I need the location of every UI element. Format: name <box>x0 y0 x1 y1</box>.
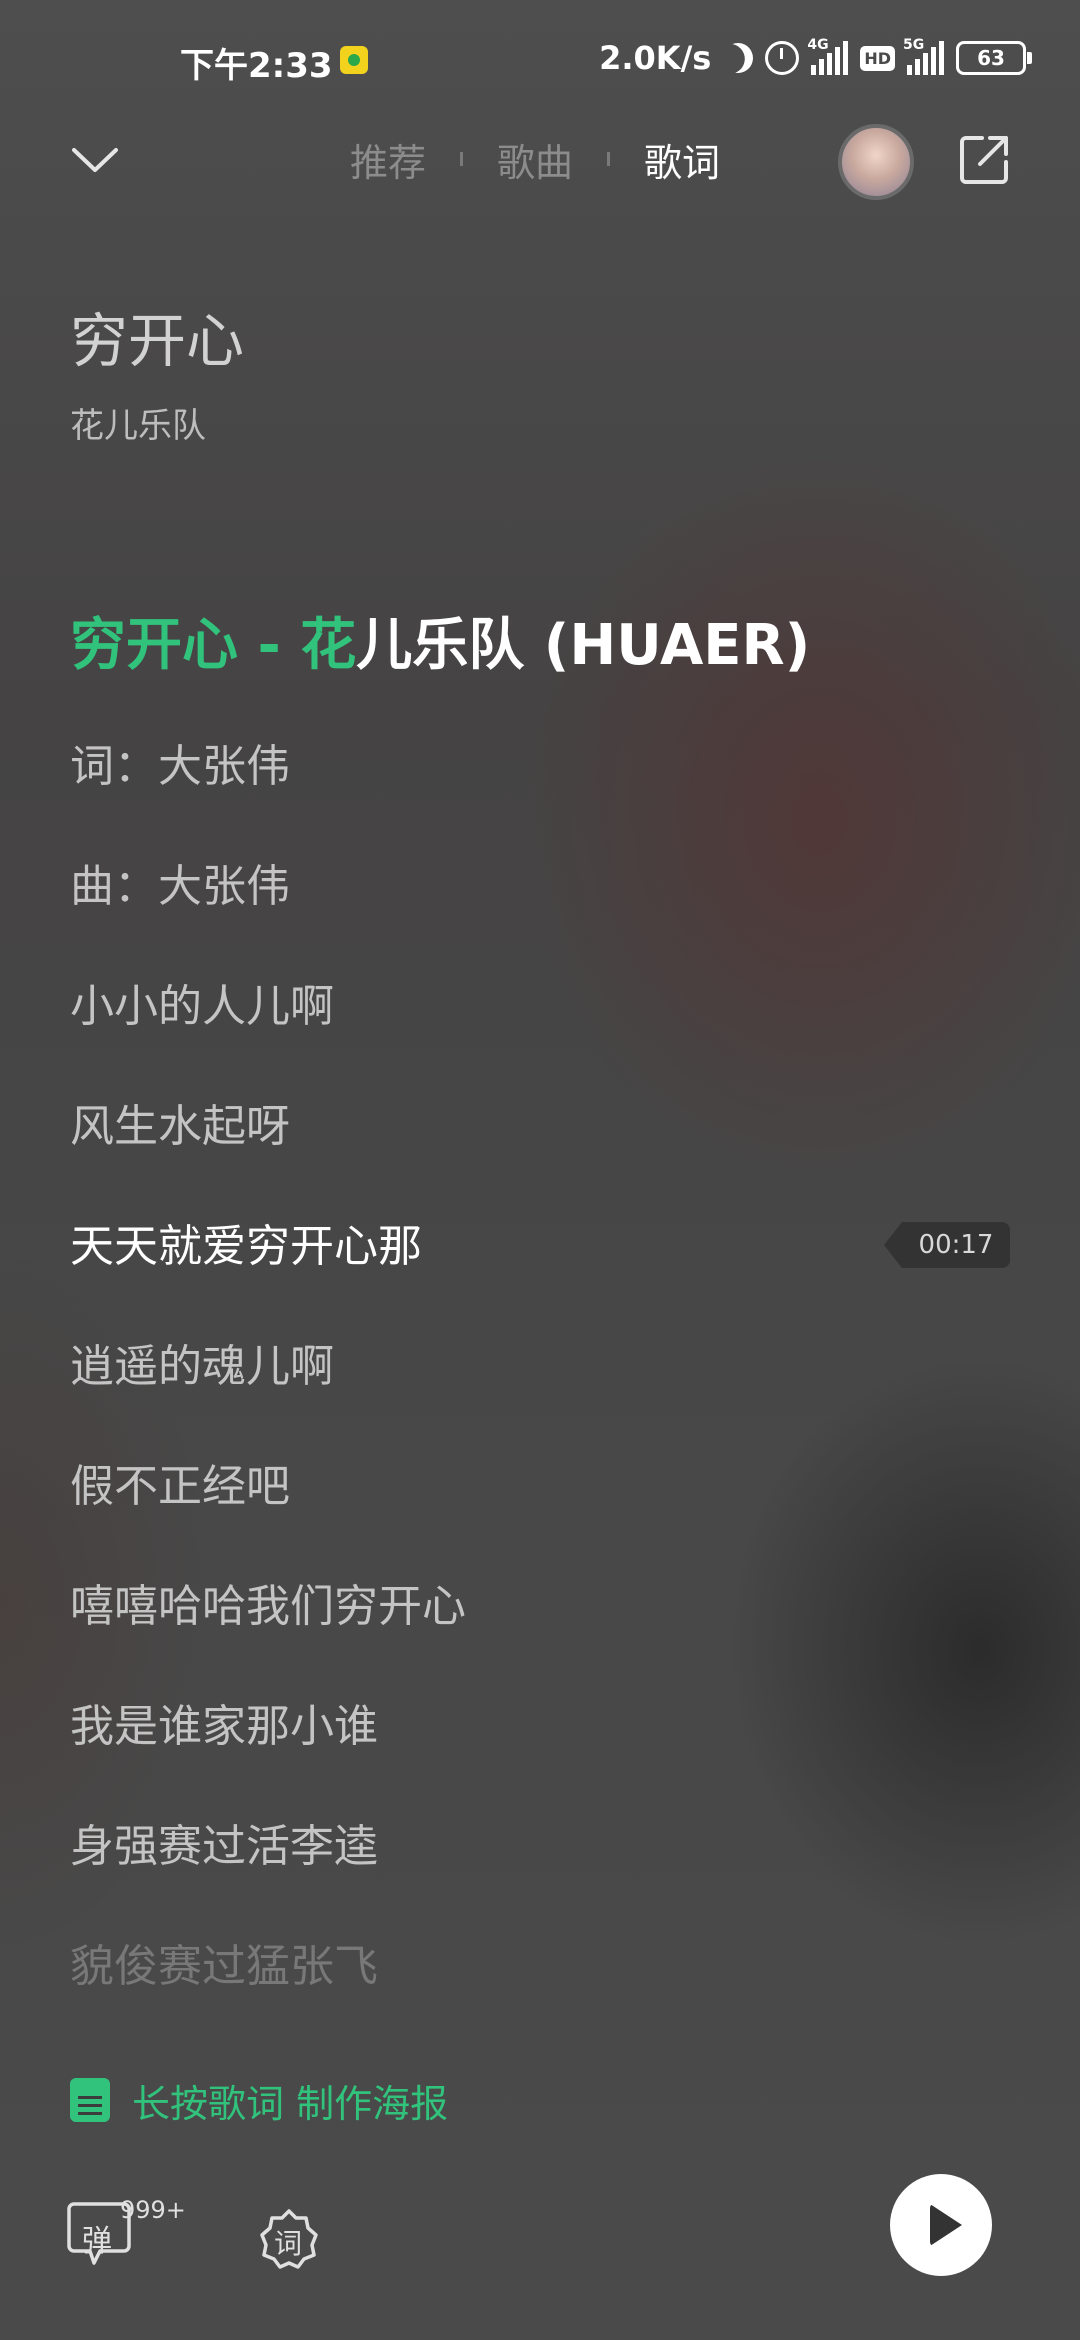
lyric-mode-glyph: 词 <box>274 2227 303 2260</box>
app-notification-icon <box>340 46 368 74</box>
battery-icon: 63 <box>956 41 1032 75</box>
lyric-mode-button[interactable]: 词 <box>258 2208 320 2270</box>
avatar[interactable] <box>838 124 914 200</box>
tab-song[interactable]: 歌曲 <box>497 132 573 187</box>
signal-5g-tag: 5G <box>903 37 925 53</box>
lyric-line[interactable]: 小小的人儿啊 <box>70 970 1010 1090</box>
battery-level: 63 <box>977 46 1005 70</box>
song-artist[interactable]: 花儿乐队 <box>70 398 206 447</box>
lyric-line[interactable]: 逍遥的魂儿啊 <box>70 1330 1010 1450</box>
status-time: 下午2:33 <box>180 46 333 86</box>
lyric-line[interactable]: 貌俊赛过猛张飞 <box>70 1930 1010 2050</box>
lyric-line[interactable]: 风生水起呀 <box>70 1090 1010 1210</box>
lyrics-list: 词：大张伟 曲：大张伟 小小的人儿啊 风生水起呀 天天就爱穷开心那 逍遥的魂儿啊… <box>70 730 1010 2050</box>
tab-divider <box>460 152 464 166</box>
hd-badge: HD <box>860 45 895 71</box>
tab-bar: 推荐 歌曲 歌词 <box>350 132 720 187</box>
seek-time-label: 00:17 <box>918 1230 994 1260</box>
status-bar: 下午2:33 2.0K/s 4G HD 5G 63 <box>0 0 1080 120</box>
make-poster-hint[interactable]: 长按歌词 制作海报 <box>70 2068 448 2132</box>
signal-5g-icon: 5G <box>903 37 944 75</box>
alarm-icon <box>765 41 800 75</box>
network-speed: 2.0K/s <box>599 39 712 77</box>
top-nav: 推荐 歌曲 歌词 <box>0 120 1080 200</box>
lyric-line[interactable]: 嘻嘻哈哈我们穷开心 <box>70 1570 1010 1690</box>
do-not-disturb-icon <box>719 39 757 77</box>
lyric-sung-part: 穷开心 - 花 <box>70 613 357 678</box>
play-icon <box>930 2204 962 2246</box>
lyric-header-line[interactable]: 穷开心 - 花儿乐队 (HUAER) <box>70 600 810 681</box>
tab-lyrics[interactable]: 歌词 <box>644 132 720 187</box>
tab-recommend[interactable]: 推荐 <box>350 132 426 187</box>
signal-4g-tag: 4G <box>807 37 829 53</box>
status-indicators: 2.0K/s 4G HD 5G 63 <box>599 37 1032 78</box>
poster-icon <box>70 2078 110 2122</box>
lyric-line[interactable]: 假不正经吧 <box>70 1450 1010 1570</box>
lyric-unsung-part: 儿乐队 (HUAER) <box>356 613 811 678</box>
lyric-line-current[interactable]: 天天就爱穷开心那 <box>70 1210 1010 1330</box>
seek-time-pill[interactable]: 00:17 <box>884 1222 1010 1268</box>
lyric-line[interactable]: 词：大张伟 <box>70 730 1010 850</box>
collapse-chevron-icon[interactable] <box>70 140 120 180</box>
danmu-glyph: 弹 <box>82 2224 112 2259</box>
lyric-line[interactable]: 我是谁家那小谁 <box>70 1690 1010 1810</box>
signal-4g-icon: 4G <box>807 37 849 75</box>
danmu-count-badge: 999+ <box>120 2196 186 2224</box>
song-title: 穷开心 <box>70 307 245 375</box>
share-icon[interactable] <box>956 132 1012 188</box>
lyric-line[interactable]: 身强赛过活李逵 <box>70 1810 1010 1930</box>
play-button[interactable] <box>890 2174 992 2276</box>
lyric-line[interactable]: 曲：大张伟 <box>70 850 1010 970</box>
tab-divider <box>607 152 611 166</box>
make-poster-label: 长按歌词 制作海报 <box>132 2081 449 2126</box>
